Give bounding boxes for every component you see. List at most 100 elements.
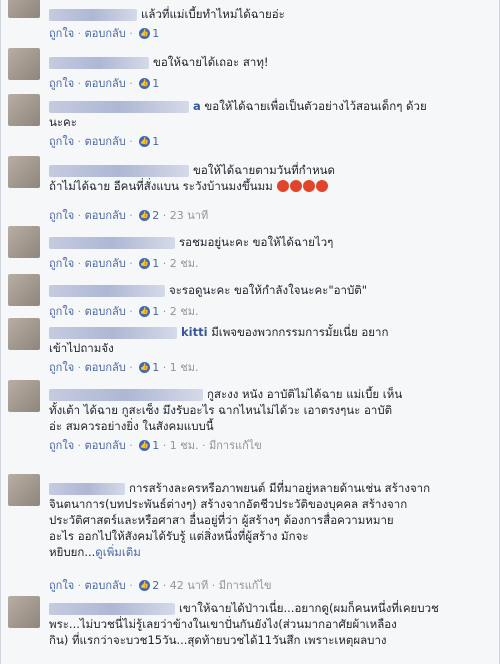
like-link[interactable]: ถูกใจ xyxy=(49,361,74,374)
comment-text: กูสะงง หนัง อาบัติไม่ได้ฉาย แม่เบี้ย เห็… xyxy=(207,387,403,401)
comment-text-line: ทั้งเต้า ได้ฉาย กูสะเซ็ง มึงรับอะไร ฉากไ… xyxy=(49,403,393,417)
comment-actions: ถูกใจ · ตอบกลับ · 👍 1 · 2 ชม. xyxy=(49,257,199,270)
angry-face-icon xyxy=(277,180,290,192)
edited-link[interactable]: มีการแก้ไข xyxy=(209,439,262,452)
comment-text: ขอให้ได้ฉายตามวันที่กำหนด xyxy=(193,163,335,177)
angry-face-icon xyxy=(316,180,329,192)
avatar[interactable] xyxy=(8,226,40,258)
angry-face-icon xyxy=(303,180,316,192)
thumbs-up-icon: 👍 xyxy=(139,210,151,221)
avatar[interactable] xyxy=(8,380,40,412)
like-count[interactable]: 2 xyxy=(152,579,159,592)
commenter-name[interactable] xyxy=(49,56,149,69)
thumbs-up-icon: 👍 xyxy=(139,440,151,451)
comment-text: มีเพจของพวกกรรมการมั้ยเนี่ย อยาก xyxy=(211,325,389,339)
like-count[interactable]: 1 xyxy=(152,439,159,452)
comment-text-line: ถ้าไม่ได้ฉาย อีคนที่สั่งแบน ระวังบ้านมงข… xyxy=(49,179,273,193)
comment-text-line: อ่ะ สมควรอย่างยิ่ง ในสังคมแบบนี้ xyxy=(49,419,214,433)
timestamp[interactable]: 1 ชม. xyxy=(170,361,199,374)
like-count[interactable]: 1 xyxy=(152,305,159,318)
commenter-name-fragment[interactable]: a xyxy=(193,99,201,113)
reply-link[interactable]: ตอบกลับ xyxy=(85,135,126,148)
comment-actions: ถูกใจ · ตอบกลับ · 👍 1 · 1 ชม. xyxy=(49,361,199,374)
reply-link[interactable]: ตอบกลับ xyxy=(85,257,126,270)
thumbs-up-icon: 👍 xyxy=(139,28,151,39)
comment-text: จะรอดูนะคะ ขอให้กำลังใจนะคะ"อาบัติ" xyxy=(169,283,368,297)
reply-link[interactable]: ตอบกลับ xyxy=(85,77,126,90)
comments-thread: แล้วที่แม่เบี้ยทำไหม่ได้ฉายอ่ะ ถูกใจ · ต… xyxy=(0,0,500,664)
comment-text: ขอให้ได้ฉายเพื่อเป็นตัวอย่างไว้สอนเด็กๆ … xyxy=(204,99,427,113)
commenter-name[interactable] xyxy=(49,602,175,615)
comment-text: เขาให้ฉายได้ป่าวเนี่ย...อยากดู(ผมก็คนหนึ… xyxy=(179,601,439,615)
like-count[interactable]: 1 xyxy=(152,135,159,148)
like-count[interactable]: 1 xyxy=(152,361,159,374)
like-link[interactable]: ถูกใจ xyxy=(49,305,74,318)
comment-actions: ถูกใจ · ตอบกลับ · 👍 2 · 23 นาที xyxy=(49,209,209,222)
comment-text-line: หยิบยก... xyxy=(49,545,96,559)
comment-text-line: อะไร ออกไปให้สังคมได้รับรู้ แต่สิ่งหนึ่ง… xyxy=(49,529,309,543)
avatar[interactable] xyxy=(8,156,40,188)
like-count[interactable]: 1 xyxy=(152,27,159,40)
timestamp[interactable]: 42 นาที xyxy=(170,579,208,592)
timestamp[interactable]: 1 ชม. xyxy=(170,439,199,452)
comment-text-line: จินตนาการ(บทประพันธ์ต่างๆ) สร้างจากอัตชี… xyxy=(49,497,408,511)
see-more-link[interactable]: ดูเพิ่มเติม xyxy=(95,545,141,559)
reply-link[interactable]: ตอบกลับ xyxy=(85,27,126,40)
thumbs-up-icon: 👍 xyxy=(139,258,151,269)
commenter-name[interactable] xyxy=(49,284,165,297)
timestamp[interactable]: 23 นาที xyxy=(170,209,208,222)
commenter-name[interactable] xyxy=(49,164,189,177)
avatar[interactable] xyxy=(8,474,40,506)
comment-text-line: พระ...ไม่บวชนี่ไม่รู้เลยว่าข้างในเขาปั่น… xyxy=(49,617,397,631)
comment-actions: ถูกใจ · ตอบกลับ · 👍 1 · 2 ชม. xyxy=(49,305,199,318)
comment-actions: ถูกใจ · ตอบกลับ · 👍 1 · 1 ชม. · มีการแก้ไ… xyxy=(49,439,262,452)
thumbs-up-icon: 👍 xyxy=(139,136,151,147)
commenter-name[interactable] xyxy=(49,236,175,249)
comment-text: ขอให้ฉายได้เถอะ สาทุ! xyxy=(153,55,269,69)
commenter-name[interactable] xyxy=(49,482,125,495)
commenter-name-fragment[interactable]: kitti xyxy=(181,325,208,339)
reply-link[interactable]: ตอบกลับ xyxy=(85,361,126,374)
angry-face-icon xyxy=(290,180,303,192)
like-count[interactable]: 1 xyxy=(152,257,159,270)
like-link[interactable]: ถูกใจ xyxy=(49,579,74,592)
timestamp[interactable]: 2 ชม. xyxy=(170,257,199,270)
avatar[interactable] xyxy=(8,274,40,306)
like-link[interactable]: ถูกใจ xyxy=(49,77,74,90)
avatar[interactable] xyxy=(8,596,40,628)
thumbs-up-icon: 👍 xyxy=(139,306,151,317)
like-link[interactable]: ถูกใจ xyxy=(49,439,74,452)
comment-text-line: ประวัติศาสตร์และหรือศาสา อื่นอยู่ที่ว่า … xyxy=(49,513,394,527)
like-link[interactable]: ถูกใจ xyxy=(49,135,74,148)
edited-link[interactable]: มีการแก้ไข xyxy=(219,579,272,592)
comment-text-line: นะคะ xyxy=(49,115,77,129)
comment-text: รอชมอยู่นะคะ ขอให้ได้ฉายไวๆ xyxy=(179,235,334,249)
comment-actions: ถูกใจ · ตอบกลับ · 👍 1 xyxy=(49,135,160,148)
comment-actions: ถูกใจ · ตอบกลับ · 👍 1 xyxy=(49,27,160,40)
commenter-name[interactable] xyxy=(49,100,189,113)
reply-link[interactable]: ตอบกลับ xyxy=(85,209,126,222)
timestamp[interactable]: 2 ชม. xyxy=(170,305,199,318)
like-link[interactable]: ถูกใจ xyxy=(49,27,74,40)
like-link[interactable]: ถูกใจ xyxy=(49,257,74,270)
reply-link[interactable]: ตอบกลับ xyxy=(85,305,126,318)
commenter-name[interactable] xyxy=(49,8,137,21)
reply-link[interactable]: ตอบกลับ xyxy=(85,579,126,592)
commenter-name[interactable] xyxy=(49,326,177,339)
commenter-name[interactable] xyxy=(49,388,203,401)
thumbs-up-icon: 👍 xyxy=(139,580,151,591)
thumbs-up-icon: 👍 xyxy=(139,78,151,89)
thumbs-up-icon: 👍 xyxy=(139,362,151,373)
like-link[interactable]: ถูกใจ xyxy=(49,209,74,222)
comment-text-line: เข้าไปถามจัง xyxy=(49,341,114,355)
avatar[interactable] xyxy=(8,318,40,350)
avatar[interactable] xyxy=(8,94,40,126)
comment-text: แล้วที่แม่เบี้ยทำไหม่ได้ฉายอ่ะ xyxy=(141,7,285,21)
like-count[interactable]: 1 xyxy=(152,77,159,90)
avatar[interactable] xyxy=(8,48,40,80)
reply-link[interactable]: ตอบกลับ xyxy=(85,439,126,452)
avatar[interactable] xyxy=(8,0,40,18)
like-count[interactable]: 2 xyxy=(152,209,159,222)
comment-actions: ถูกใจ · ตอบกลับ · 👍 2 · 42 นาที · มีการแก… xyxy=(49,579,272,592)
comment-text: การสร้างละครหรือภาพยนต์ มีที่มาอยู่หลายด… xyxy=(129,481,431,495)
